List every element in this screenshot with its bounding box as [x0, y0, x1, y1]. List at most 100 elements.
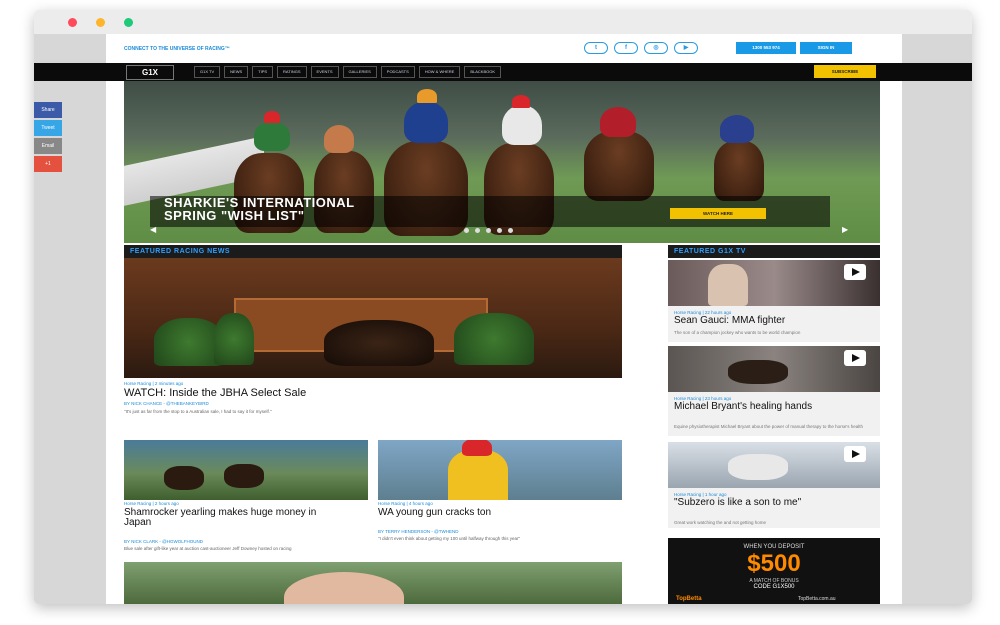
tv-item-image	[668, 260, 880, 306]
play-icon[interactable]	[844, 264, 866, 280]
tv-item[interactable]: Horse Racing | 1 hour ago "Subzero is li…	[668, 442, 880, 530]
hero-title-line-2: SPRING "WISH LIST"	[164, 208, 305, 223]
news-left-byline[interactable]: BY NICK CLARK - @HGWOLFHOUND	[124, 539, 203, 544]
news-main-meta: Horse Racing | 2 minutes ago	[124, 381, 184, 386]
subscribe-button[interactable]: SUBSCRIBE	[814, 65, 876, 78]
news-right-image[interactable]	[378, 440, 622, 500]
slider-dot[interactable]	[475, 228, 480, 233]
maximize-window-icon[interactable]	[124, 18, 133, 27]
news-main-excerpt: "It's just as far from the stop to a Aus…	[124, 409, 272, 414]
nav-item-events[interactable]: EVENTS	[310, 66, 339, 78]
news-left-title[interactable]: Shamrocker yearling makes huge money in …	[124, 508, 324, 528]
tree-decoration	[214, 313, 254, 365]
email-share-button[interactable]: Email	[34, 138, 62, 154]
browser-titlebar	[34, 10, 972, 34]
news-main-title[interactable]: WATCH: Inside the JBHA Select Sale	[124, 387, 306, 399]
jockey-image	[448, 450, 508, 500]
news-bottom-image[interactable]	[124, 562, 622, 604]
news-right-title[interactable]: WA young gun cracks ton	[378, 508, 578, 518]
instagram-icon[interactable]: ◎	[644, 42, 668, 54]
tv-item-excerpt: The son of a champion jockey who wants t…	[674, 330, 801, 335]
top-strip: CONNECT TO THE UNIVERSE OF RACING™ t f ◎…	[124, 42, 884, 56]
horse-image	[714, 141, 764, 201]
tv-item-excerpt: Equine physiotherapist Michael Bryant ab…	[674, 424, 863, 429]
person-image	[708, 264, 748, 306]
jockey-image	[254, 121, 290, 151]
nav-item-how-where[interactable]: HOW & WHERE	[418, 66, 461, 78]
horse-image	[584, 131, 654, 201]
site-tagline: CONNECT TO THE UNIVERSE OF RACING™	[124, 46, 230, 52]
tv-item-excerpt: Great work watching the and not getting …	[674, 520, 767, 525]
nav-items: G1X TV NEWS TIPS RATINGS EVENTS GALLERIE…	[194, 66, 502, 78]
person-image	[284, 572, 404, 604]
nav-item-ratings[interactable]: RATINGS	[277, 66, 307, 78]
ad-code: CODE G1X500	[753, 584, 795, 590]
slider-dot[interactable]	[508, 228, 513, 233]
google-plus-share-button[interactable]: +1	[34, 156, 62, 172]
hero-caption: SHARKIE'S INTERNATIONAL SPRING "WISH LIS…	[150, 196, 830, 227]
twitter-share-label: Tweet	[41, 125, 55, 131]
nav-item-galleries[interactable]: GALLERIES	[342, 66, 377, 78]
featured-tv-heading: FEATURED G1X TV	[668, 245, 880, 258]
nav-item-podcasts[interactable]: PODCASTS	[380, 66, 415, 78]
slider-dot[interactable]	[497, 228, 502, 233]
browser-window: Share Tweet Email +1 CONNECT TO THE UNIV…	[34, 10, 972, 604]
watch-here-button[interactable]: WATCH HERE	[670, 208, 766, 219]
yearling-horse-image	[324, 320, 434, 366]
news-left-meta: Horse Racing | 2 hours ago	[124, 501, 179, 506]
hero-slider[interactable]: SHARKIE'S INTERNATIONAL SPRING "WISH LIS…	[124, 81, 880, 243]
social-links: t f ◎ ▶	[584, 42, 698, 54]
facebook-share-button[interactable]: Share	[34, 102, 62, 118]
hero-title: SHARKIE'S INTERNATIONAL SPRING "WISH LIS…	[164, 196, 355, 222]
slider-next-icon[interactable]: ▶	[842, 225, 848, 234]
tv-item-image	[668, 442, 880, 488]
play-icon[interactable]	[844, 446, 866, 462]
nav-item-tips[interactable]: TIPS	[252, 66, 274, 78]
news-main-byline[interactable]: BY NICK CHANCE - @THEBANKEYBIRD	[124, 401, 209, 406]
topbetta-ad-banner[interactable]: WHEN YOU DEPOSIT $500 A MATCH OF BONUS C…	[668, 538, 880, 604]
twitter-share-button[interactable]: Tweet	[34, 120, 62, 136]
news-main-image[interactable]	[124, 258, 622, 378]
main-nav: G1X G1X TV NEWS TIPS RATINGS EVENTS GALL…	[34, 63, 972, 81]
tv-item-image	[668, 346, 880, 392]
tv-item-title[interactable]: Michael Bryant's healing hands	[674, 402, 854, 412]
tv-item-title[interactable]: "Subzero is like a son to me"	[674, 498, 854, 508]
ad-url: TopBetta.com.au	[798, 596, 836, 602]
tv-item[interactable]: Horse Racing | 22 hours ago Sean Gauci: …	[668, 260, 880, 342]
news-left-excerpt: Blue sale after gift-like year at auctio…	[124, 546, 292, 551]
slider-prev-icon[interactable]: ◀	[150, 225, 156, 234]
tv-item-title[interactable]: Sean Gauci: MMA fighter	[674, 316, 785, 326]
facebook-icon[interactable]: f	[614, 42, 638, 54]
sign-in-button[interactable]: SIGN IN	[800, 42, 852, 54]
jockey-image	[720, 115, 754, 143]
jockey-image	[600, 107, 636, 137]
site-logo[interactable]: G1X	[126, 65, 174, 80]
news-left-image[interactable]	[124, 440, 368, 500]
horse-image	[728, 454, 788, 480]
jockey-cap-image	[417, 89, 437, 103]
slider-dot[interactable]	[464, 228, 469, 233]
nav-item-g1x-tv[interactable]: G1X TV	[194, 66, 221, 78]
jockey-cap-image	[512, 95, 530, 108]
tv-item[interactable]: Horse Racing | 23 hours ago Michael Brya…	[668, 346, 880, 438]
email-share-label: Email	[41, 143, 55, 149]
slider-dot[interactable]	[486, 228, 491, 233]
site-page: CONNECT TO THE UNIVERSE OF RACING™ t f ◎…	[34, 34, 972, 604]
ad-brand-logo: TopBetta	[676, 596, 702, 602]
news-right-meta: Horse Racing | 4 hours ago	[378, 501, 433, 506]
minimize-window-icon[interactable]	[96, 18, 105, 27]
news-right-byline[interactable]: BY TERRY HENDERSON - @TWHEND	[378, 529, 459, 534]
phone-button[interactable]: 1300 553 974	[736, 42, 796, 54]
play-icon[interactable]	[844, 350, 866, 366]
youtube-icon[interactable]: ▶	[674, 42, 698, 54]
featured-news-heading: FEATURED RACING NEWS	[124, 245, 622, 258]
slider-dots	[464, 228, 513, 233]
horse-image	[164, 466, 204, 490]
twitter-icon[interactable]: t	[584, 42, 608, 54]
news-right-excerpt: "I didn't even think about getting my 10…	[378, 536, 521, 541]
nav-item-news[interactable]: NEWS	[224, 66, 249, 78]
nav-item-blackbook[interactable]: BLACKBOOK	[464, 66, 502, 78]
close-window-icon[interactable]	[68, 18, 77, 27]
horse-image	[728, 360, 788, 384]
jockey-image	[404, 101, 448, 143]
